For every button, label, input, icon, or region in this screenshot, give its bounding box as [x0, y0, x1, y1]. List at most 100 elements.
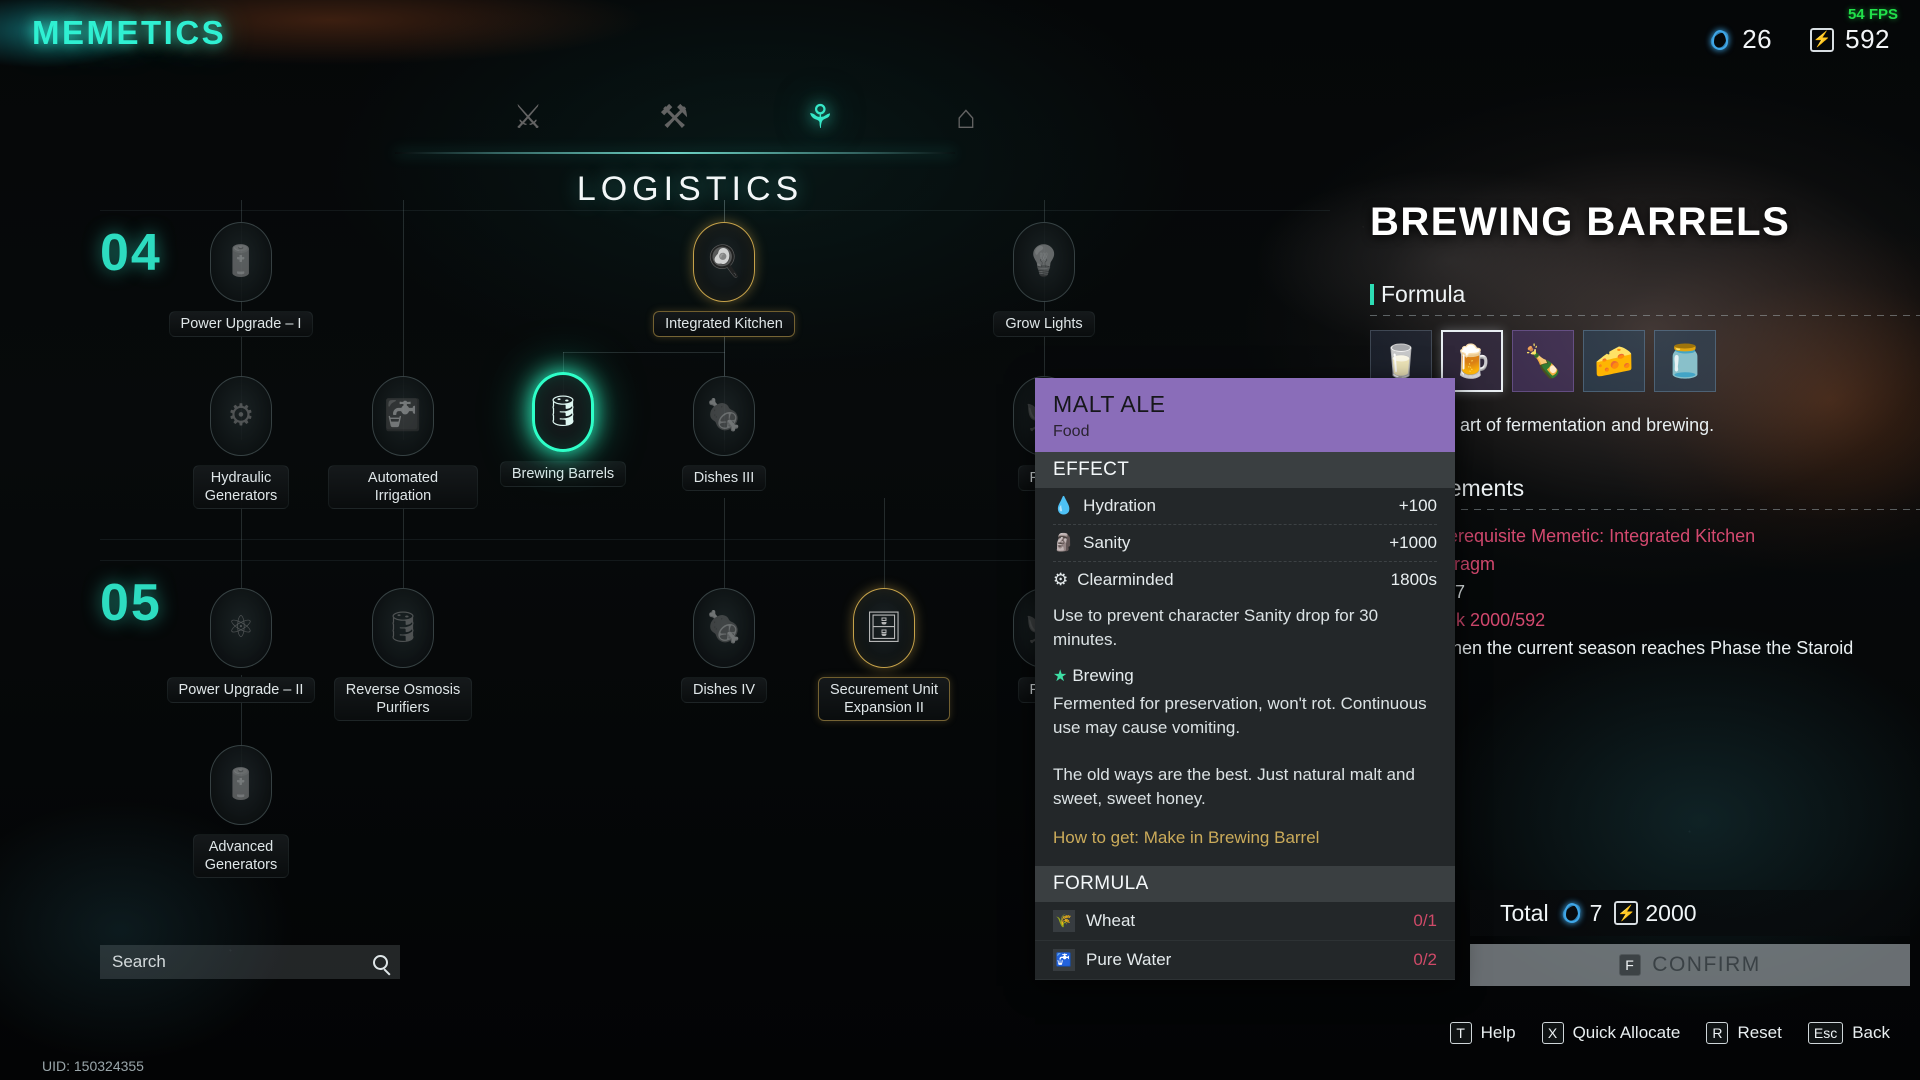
- bottle-icon: 🍾: [1523, 343, 1563, 379]
- meat-icon: 🍖: [705, 611, 743, 644]
- effect-row: 💧 Hydration +100: [1053, 488, 1437, 525]
- hint-back[interactable]: Esc Back: [1807, 1022, 1890, 1044]
- node-label: Automated Irrigation: [328, 465, 478, 510]
- detail-title: BREWING BARRELS: [1370, 200, 1791, 244]
- connector: [724, 498, 725, 588]
- node-dishes-iv[interactable]: 🍖 Dishes IV: [649, 588, 799, 704]
- node-label: Grow Lights: [993, 311, 1095, 338]
- uid-label: UID: 150324355: [42, 1058, 144, 1074]
- energy-value: 592: [1845, 24, 1890, 54]
- effect-label: Hydration: [1083, 496, 1156, 515]
- node-grow-lights[interactable]: 💡 Grow Lights: [969, 222, 1119, 338]
- tier-number-04: 04: [100, 224, 162, 282]
- total-dna-value: 7: [1589, 899, 1603, 926]
- tooltip-header: MALT ALE Food: [1035, 378, 1455, 452]
- battery-icon: 🔋: [222, 245, 260, 278]
- node-label: Advanced Generators: [192, 834, 290, 879]
- effect-value: +1000: [1389, 533, 1437, 552]
- material-row: 🚰 Pure Water 0/2: [1035, 940, 1455, 980]
- node-label: Power Upgrade – II: [166, 677, 316, 704]
- node-icon-ring: 🔋: [210, 745, 272, 825]
- effect-label: Sanity: [1083, 533, 1131, 552]
- search-box[interactable]: [100, 945, 400, 979]
- node-label: Dishes IV: [680, 677, 768, 704]
- confirm-button[interactable]: F CONFIRM: [1470, 944, 1910, 986]
- node-label: Securement Unit Expansion II: [818, 677, 950, 722]
- node-dishes-iii[interactable]: 🍖 Dishes III: [649, 376, 799, 492]
- tab-workbench[interactable]: ⚒: [636, 85, 712, 147]
- tooltip-flavor-text: The old ways are the best. Just natural …: [1053, 764, 1415, 809]
- node-integrated-kitchen[interactable]: 🍳 Integrated Kitchen: [649, 222, 799, 338]
- node-reverse-osmosis-purifiers[interactable]: 🛢 Reverse Osmosis Purifiers: [328, 588, 478, 722]
- key-x: X: [1541, 1022, 1564, 1044]
- detail-formula-heading: Formula: [1370, 281, 1920, 308]
- tab-base[interactable]: ⌂: [928, 85, 1004, 147]
- page-title: MEMETICS: [32, 14, 227, 51]
- node-label: Brewing Barrels: [499, 461, 627, 488]
- node-automated-irrigation[interactable]: 🚰 Automated Irrigation: [328, 376, 478, 510]
- node-icon-ring: 🍖: [693, 588, 755, 668]
- node-power-upgrade-ii[interactable]: ⚛ Power Upgrade – II: [166, 588, 316, 704]
- confirm-label: CONFIRM: [1652, 953, 1761, 976]
- confirm-keycap: F: [1619, 954, 1642, 976]
- item-tooltip: MALT ALE Food EFFECT 💧 Hydration +100 🗿 …: [1035, 378, 1455, 980]
- node-icon-ring: ⚛: [210, 588, 272, 668]
- sprinkler-icon: 🚰: [384, 399, 422, 432]
- formula-slot-cheese[interactable]: 🧀: [1583, 330, 1645, 392]
- search-input[interactable]: [112, 952, 352, 972]
- formula-slot-spirit-bottle[interactable]: 🍾: [1512, 330, 1574, 392]
- meat-icon: 🍖: [705, 399, 743, 432]
- effect-row: 🗿 Sanity +1000: [1053, 525, 1437, 562]
- clear-icon: ⚙: [1053, 570, 1069, 589]
- material-label: Pure Water: [1086, 949, 1172, 969]
- droplet-icon: 💧: [1053, 496, 1075, 515]
- tooltip-how-to-get: How to get: Make in Brewing Barrel: [1053, 827, 1320, 847]
- search-icon[interactable]: [373, 954, 388, 970]
- node-securement-unit-expansion-ii[interactable]: 🗄 Securement Unit Expansion II: [809, 588, 959, 722]
- tab-weapons[interactable]: ⚔: [490, 85, 566, 147]
- node-advanced-generators[interactable]: 🔋 Advanced Generators: [166, 745, 316, 879]
- hint-reset[interactable]: R Reset: [1706, 1022, 1782, 1044]
- material-qty: 0/2: [1413, 949, 1437, 969]
- jar-icon: 🫙: [1665, 343, 1705, 379]
- node-brewing-barrels[interactable]: 🛢 Brewing Barrels: [488, 372, 638, 488]
- resource-dna: 26: [1709, 24, 1772, 55]
- tooltip-item-type: Food: [1053, 423, 1090, 440]
- reactor-icon: ⚛: [227, 611, 255, 644]
- node-power-upgrade-i[interactable]: 🔋 Power Upgrade – I: [166, 222, 316, 338]
- key-t: T: [1449, 1022, 1472, 1044]
- effect-left: 💧 Hydration: [1053, 496, 1156, 516]
- energy-icon: [1614, 901, 1639, 925]
- barrel-preview-icon: 🥛: [1381, 343, 1421, 379]
- node-hydraulic-generators[interactable]: ⚙ Hydraulic Generators: [166, 376, 316, 510]
- hint-help[interactable]: T Help: [1449, 1022, 1516, 1044]
- node-icon-ring: 🗄: [853, 588, 915, 668]
- node-label: Dishes III: [681, 465, 767, 492]
- star-icon: ★: [1053, 668, 1068, 686]
- node-label: Reverse Osmosis Purifiers: [333, 677, 473, 722]
- tab-logistics[interactable]: ⚘: [782, 85, 858, 147]
- material-left: 🚰 Pure Water: [1053, 948, 1172, 971]
- hint-quick-allocate[interactable]: X Quick Allocate: [1541, 1022, 1681, 1044]
- tier-number-05: 05: [100, 574, 162, 632]
- tooltip-formula-heading: FORMULA: [1035, 865, 1455, 902]
- formula-slot-pickle-jar[interactable]: 🫙: [1654, 330, 1716, 392]
- memetics-screen: MEMETICS 54 FPS 26 592 ⚔ ⚒ ⚘ ⌂ LOGISTICS…: [0, 0, 1920, 1080]
- effect-row: ⚙ Clearminded 1800s: [1053, 562, 1437, 598]
- total-energy-value: 2000: [1645, 899, 1697, 926]
- total-energy: 2000: [1614, 899, 1697, 927]
- energy-icon: [1810, 27, 1835, 52]
- category-tabs[interactable]: ⚔ ⚒ ⚘ ⌂: [490, 85, 1004, 147]
- tooltip-trait-desc: Fermented for preservation, won't rot. C…: [1053, 694, 1427, 738]
- trait-name: Brewing: [1072, 666, 1134, 686]
- tooltip-effect-heading: EFFECT: [1035, 452, 1455, 488]
- effect-value: 1800s: [1390, 570, 1437, 589]
- base-icon: ⌂: [956, 97, 976, 135]
- node-icon-ring: 🍖: [693, 376, 755, 456]
- hint-label: Back: [1852, 1023, 1890, 1042]
- hint-label: Quick Allocate: [1572, 1023, 1681, 1042]
- turbine-icon: ⚙: [227, 399, 255, 432]
- node-label: Integrated Kitchen: [653, 311, 795, 338]
- battery-icon: 🔋: [222, 768, 260, 801]
- node-label: Hydraulic Generators: [192, 465, 290, 510]
